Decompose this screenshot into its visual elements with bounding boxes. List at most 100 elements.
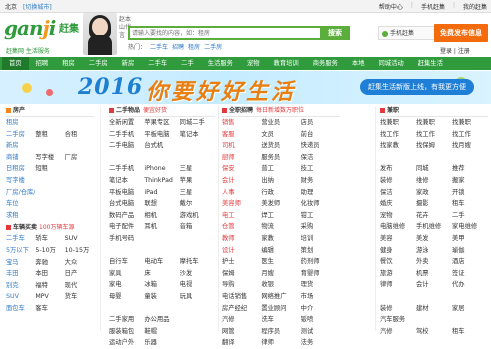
help-link[interactable]: 帮助中心 [379, 2, 403, 11]
category-link[interactable]: 美发 [416, 233, 452, 245]
nav-item[interactable]: 宠物 [240, 57, 267, 70]
category-link[interactable]: 美甲 [452, 233, 488, 245]
category-link[interactable]: 同城二手 [180, 117, 215, 129]
nav-item[interactable]: 赶集生活 [411, 57, 450, 70]
category-link[interactable]: 台式电脑 [109, 198, 144, 210]
category-link[interactable]: 耳机 [144, 221, 179, 233]
category-link[interactable]: 服务员 [261, 152, 300, 164]
category-link[interactable]: 发布 [380, 163, 416, 175]
category-link[interactable]: 宠物 [380, 210, 416, 222]
nav-item[interactable]: 本地 [345, 57, 372, 70]
category-link[interactable]: 货车 [65, 291, 94, 303]
category-link[interactable]: 游泳 [416, 245, 452, 257]
category-link[interactable]: 装修 [380, 175, 416, 187]
category-link[interactable]: 保洁 [380, 187, 416, 199]
category-link[interactable]: 玩具 [180, 291, 215, 303]
category-link[interactable]: 汽车服务 [380, 314, 416, 326]
category-link[interactable]: 大众 [65, 257, 94, 269]
category-link[interactable]: 平板电脑 [144, 129, 179, 141]
category-link[interactable]: 厂房 [65, 152, 94, 164]
category-link[interactable]: 找兼职 [416, 117, 452, 129]
category-link[interactable]: 三星 [180, 187, 215, 199]
category-link[interactable]: 美容 [380, 233, 416, 245]
category-link[interactable]: 摩托车 [180, 256, 215, 268]
nav-item[interactable]: 首页 [2, 57, 29, 70]
category-link[interactable]: 技工 [301, 163, 340, 175]
category-link[interactable]: 客车 [35, 303, 64, 315]
category-link[interactable]: 二手手机 [109, 163, 144, 175]
category-link[interactable]: 找保姆 [416, 140, 452, 152]
category-link[interactable]: 汽修 [380, 326, 416, 338]
category-link[interactable]: 药剂师 [301, 256, 340, 268]
category-link[interactable]: 汽修 [222, 314, 261, 326]
category-link[interactable]: 找家教 [380, 140, 416, 152]
category-link[interactable]: 办公用品 [144, 314, 179, 326]
sub-section-header[interactable]: 车辆买卖 100万辆车源 [6, 222, 94, 233]
category-link[interactable]: 程序员 [261, 326, 300, 338]
category-link[interactable]: 戴尔 [180, 198, 215, 210]
category-link[interactable]: 母婴 [109, 291, 144, 303]
nav-item[interactable]: 生活服务 [201, 57, 240, 70]
category-link[interactable]: 童装 [144, 291, 179, 303]
category-link[interactable]: 厨师 [222, 152, 261, 164]
category-link[interactable]: 二手手机 [109, 129, 144, 141]
category-link[interactable]: 育婴师 [301, 268, 340, 280]
category-link[interactable]: iPad [144, 187, 179, 199]
promo-banner[interactable]: 2016 你要好好生活 赶集生活新版上线，有我更方便 [0, 71, 491, 104]
category-link[interactable]: 物流 [261, 221, 300, 233]
category-link[interactable]: 出纳 [261, 175, 300, 187]
site-logo[interactable]: ganji 赶集 赶集网 生活服务 [4, 16, 82, 55]
category-link[interactable]: 联想 [144, 198, 179, 210]
category-link[interactable]: 写字楼 [6, 175, 35, 187]
category-link[interactable]: 音箱 [180, 221, 215, 233]
category-link[interactable]: 自行车 [109, 256, 144, 268]
category-link[interactable]: 电话销售 [222, 291, 261, 303]
category-link[interactable]: 电视 [180, 279, 215, 291]
category-link[interactable]: 理货 [301, 279, 340, 291]
category-link[interactable]: 短租 [35, 163, 64, 175]
category-link[interactable]: iPhone [144, 163, 179, 175]
category-link[interactable]: 找月嫂 [452, 140, 488, 152]
category-link[interactable]: 相机 [144, 210, 179, 222]
category-link[interactable]: 轿车 [35, 233, 64, 245]
category-link[interactable]: 行政 [261, 187, 300, 199]
category-link[interactable]: 花卉 [416, 210, 452, 222]
category-link[interactable]: 测试 [301, 326, 340, 338]
category-link[interactable]: 面包车 [6, 303, 35, 315]
category-link[interactable]: 驾校 [416, 326, 452, 338]
category-link[interactable]: 新房 [6, 140, 35, 152]
category-link[interactable]: 财务 [301, 175, 340, 187]
hot-search-item[interactable]: 二手车 [150, 42, 168, 51]
category-link[interactable]: 别克 [6, 280, 35, 292]
category-link[interactable]: 手机号码 [109, 233, 144, 245]
category-link[interactable]: 仓管 [222, 221, 261, 233]
category-link[interactable]: 二手电脑 [109, 140, 144, 152]
nav-item[interactable]: 同城活动 [372, 57, 411, 70]
category-link[interactable]: 化妆师 [301, 198, 340, 210]
hot-search-item[interactable]: 租房 [188, 42, 200, 51]
category-link[interactable]: 旅游 [380, 268, 416, 280]
category-link[interactable]: 整租 [35, 129, 64, 141]
category-link[interactable]: 会计 [222, 175, 261, 187]
category-link[interactable]: 苹果 [180, 175, 215, 187]
category-link[interactable]: 找工作 [452, 129, 488, 141]
category-link[interactable]: 钣喷 [301, 314, 340, 326]
category-link[interactable]: 家电 [109, 279, 144, 291]
category-link[interactable]: 建材 [416, 303, 452, 315]
category-link[interactable]: 餐饮 [380, 256, 416, 268]
category-link[interactable]: 鞋帽 [144, 326, 179, 338]
nav-item[interactable]: 二手车 [141, 57, 174, 70]
category-link[interactable]: 家政 [416, 187, 452, 199]
category-link[interactable]: 运动户外 [109, 337, 144, 349]
category-link[interactable]: 婚庆 [380, 198, 416, 210]
category-link[interactable]: 收银 [261, 279, 300, 291]
category-link[interactable]: 笔记本 [109, 175, 144, 187]
category-link[interactable]: 现代 [65, 280, 94, 292]
category-link[interactable]: 台式机 [144, 140, 179, 152]
mobile-link[interactable]: 手机赶集 [421, 2, 445, 11]
category-link[interactable]: 律师 [380, 279, 416, 291]
category-link[interactable]: 翻译 [222, 337, 261, 349]
category-link[interactable]: 租车 [452, 198, 488, 210]
category-link[interactable]: 手机维修 [416, 221, 452, 233]
category-link[interactable]: 普工 [261, 163, 300, 175]
